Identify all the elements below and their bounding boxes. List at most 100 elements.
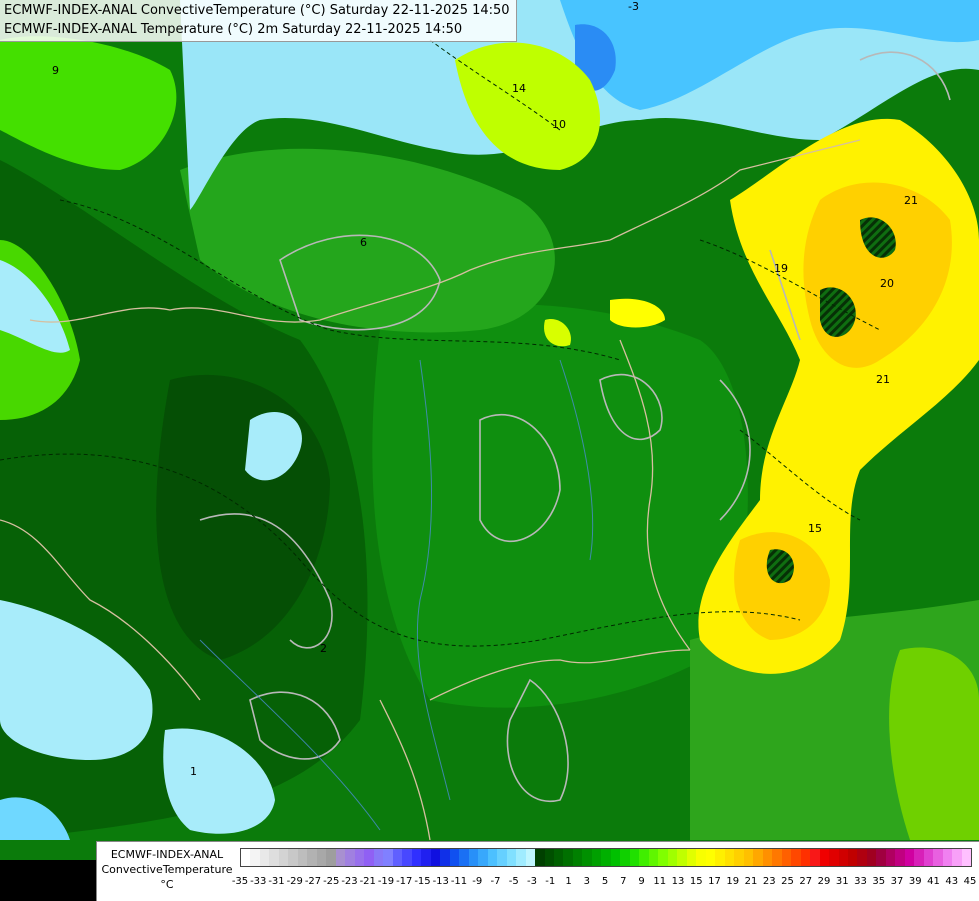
map-header: ECMWF-INDEX-ANAL ConvectiveTemperature (…: [0, 0, 517, 42]
legend-swatch: [848, 849, 858, 866]
legend-swatch: [639, 849, 649, 866]
legend-tick-label: -11: [450, 876, 468, 887]
contour-label: 1: [190, 765, 197, 778]
contour-label: 21: [876, 373, 890, 386]
legend-swatch: [259, 849, 270, 866]
legend-swatch: [715, 849, 725, 866]
legend-tick-label: 9: [638, 876, 645, 887]
legend-swatch: [421, 849, 431, 866]
legend-swatch: [354, 849, 365, 866]
legend-tick-label: -1: [545, 876, 556, 887]
legend-swatch: [241, 849, 251, 866]
legend-parameter: ConvectiveTemperature: [101, 863, 233, 876]
legend-tick-label: -7: [490, 876, 501, 887]
legend-swatch: [402, 849, 412, 866]
legend-swatch: [525, 849, 536, 866]
legend-title: ECMWF-INDEX-ANAL ConvectiveTemperature °…: [99, 847, 235, 892]
legend-swatch: [326, 849, 336, 866]
legend-swatch: [345, 849, 355, 866]
legend-tick-label: 35: [872, 876, 886, 887]
legend-swatch: [866, 849, 877, 866]
legend-swatch: [810, 849, 820, 866]
legend-swatch: [430, 849, 441, 866]
legend-tick-label: 3: [583, 876, 590, 887]
legend-swatch: [250, 849, 260, 866]
legend-swatch: [582, 849, 592, 866]
legend-tick-label: 17: [708, 876, 721, 887]
legend-tick-label: 1: [565, 876, 572, 887]
legend-tick-label: 29: [817, 876, 831, 887]
legend-swatch: [288, 849, 298, 866]
legend-swatch: [772, 849, 782, 866]
contour-label: 6: [360, 236, 367, 249]
legend-swatch: [648, 849, 659, 866]
legend-swatch: [478, 849, 488, 866]
legend-tick-label: 27: [799, 876, 813, 887]
legend-tick-label: -31: [268, 876, 285, 887]
legend-swatch: [269, 849, 279, 866]
legend-tick-label: -3: [527, 876, 537, 887]
legend-tick-label: 43: [945, 876, 959, 887]
legend-swatch: [942, 849, 953, 866]
legend-swatch: [658, 849, 668, 866]
legend-swatch: [686, 849, 697, 866]
legend-tick-label: 31: [835, 876, 849, 887]
legend-tick-label: 25: [781, 876, 794, 887]
legend-swatch: [553, 849, 564, 866]
contour-label: 10: [552, 118, 566, 131]
legend-swatch: [563, 849, 573, 866]
header-line-convective-temperature: ECMWF-INDEX-ANAL ConvectiveTemperature (…: [4, 3, 510, 18]
weather-map: -3141021192021159621: [0, 0, 979, 900]
legend-swatch: [449, 849, 460, 866]
legend-swatch: [335, 849, 346, 866]
legend-swatch: [885, 849, 896, 866]
legend-tick-label: -13: [432, 876, 449, 887]
contour-label: 2: [320, 642, 327, 655]
contour-label: 19: [774, 262, 788, 275]
legend-swatch: [411, 849, 422, 866]
legend-tick-label: -33: [250, 876, 267, 887]
legend-tick-label: 41: [927, 876, 940, 887]
legend-model: ECMWF-INDEX-ANAL: [110, 848, 224, 861]
header-line-temperature-2m: ECMWF-INDEX-ANAL Temperature (°C) 2m Sat…: [4, 22, 463, 37]
legend-swatch: [705, 849, 716, 866]
legend-swatch: [933, 849, 943, 866]
legend-swatch: [297, 849, 308, 866]
contour-label: 20: [880, 277, 894, 290]
legend-tick-label: 5: [601, 876, 609, 887]
legend-tick-label: 45: [963, 876, 977, 887]
legend-tick-label: -23: [341, 876, 358, 887]
legend-swatch: [383, 849, 393, 866]
legend-swatch: [364, 849, 374, 866]
legend-swatch: [800, 849, 811, 866]
legend-swatch: [516, 849, 526, 866]
legend-swatch: [743, 849, 754, 866]
legend-swatch: [316, 849, 327, 866]
legend-tick-label: -25: [323, 876, 340, 887]
legend-swatch: [696, 849, 706, 866]
legend-swatch: [506, 849, 517, 866]
legend-tick-label: -21: [359, 876, 376, 887]
legend-tick-label: 39: [908, 876, 922, 887]
legend-swatch: [544, 849, 554, 866]
legend-tick-label: 11: [653, 876, 667, 887]
legend-swatch: [535, 849, 545, 866]
legend-swatch: [904, 849, 915, 866]
legend-unit: °C: [160, 878, 174, 891]
legend-swatch: [838, 849, 848, 866]
legend-tick-label: 37: [890, 876, 904, 887]
legend-swatch: [610, 849, 621, 866]
legend-swatch: [307, 849, 317, 866]
legend-swatch: [629, 849, 640, 866]
legend-tick-label: 23: [762, 876, 776, 887]
legend-tick-label: -27: [304, 876, 322, 887]
legend-swatch: [440, 849, 450, 866]
legend-swatch: [961, 849, 972, 866]
legend-swatch: [753, 849, 763, 866]
legend-swatch: [876, 849, 886, 866]
legend-swatch: [620, 849, 630, 866]
contour-label: 15: [808, 522, 822, 535]
legend-tick-label: -9: [472, 876, 483, 887]
legend-swatch: [487, 849, 498, 866]
contour-label: -3: [628, 0, 639, 13]
